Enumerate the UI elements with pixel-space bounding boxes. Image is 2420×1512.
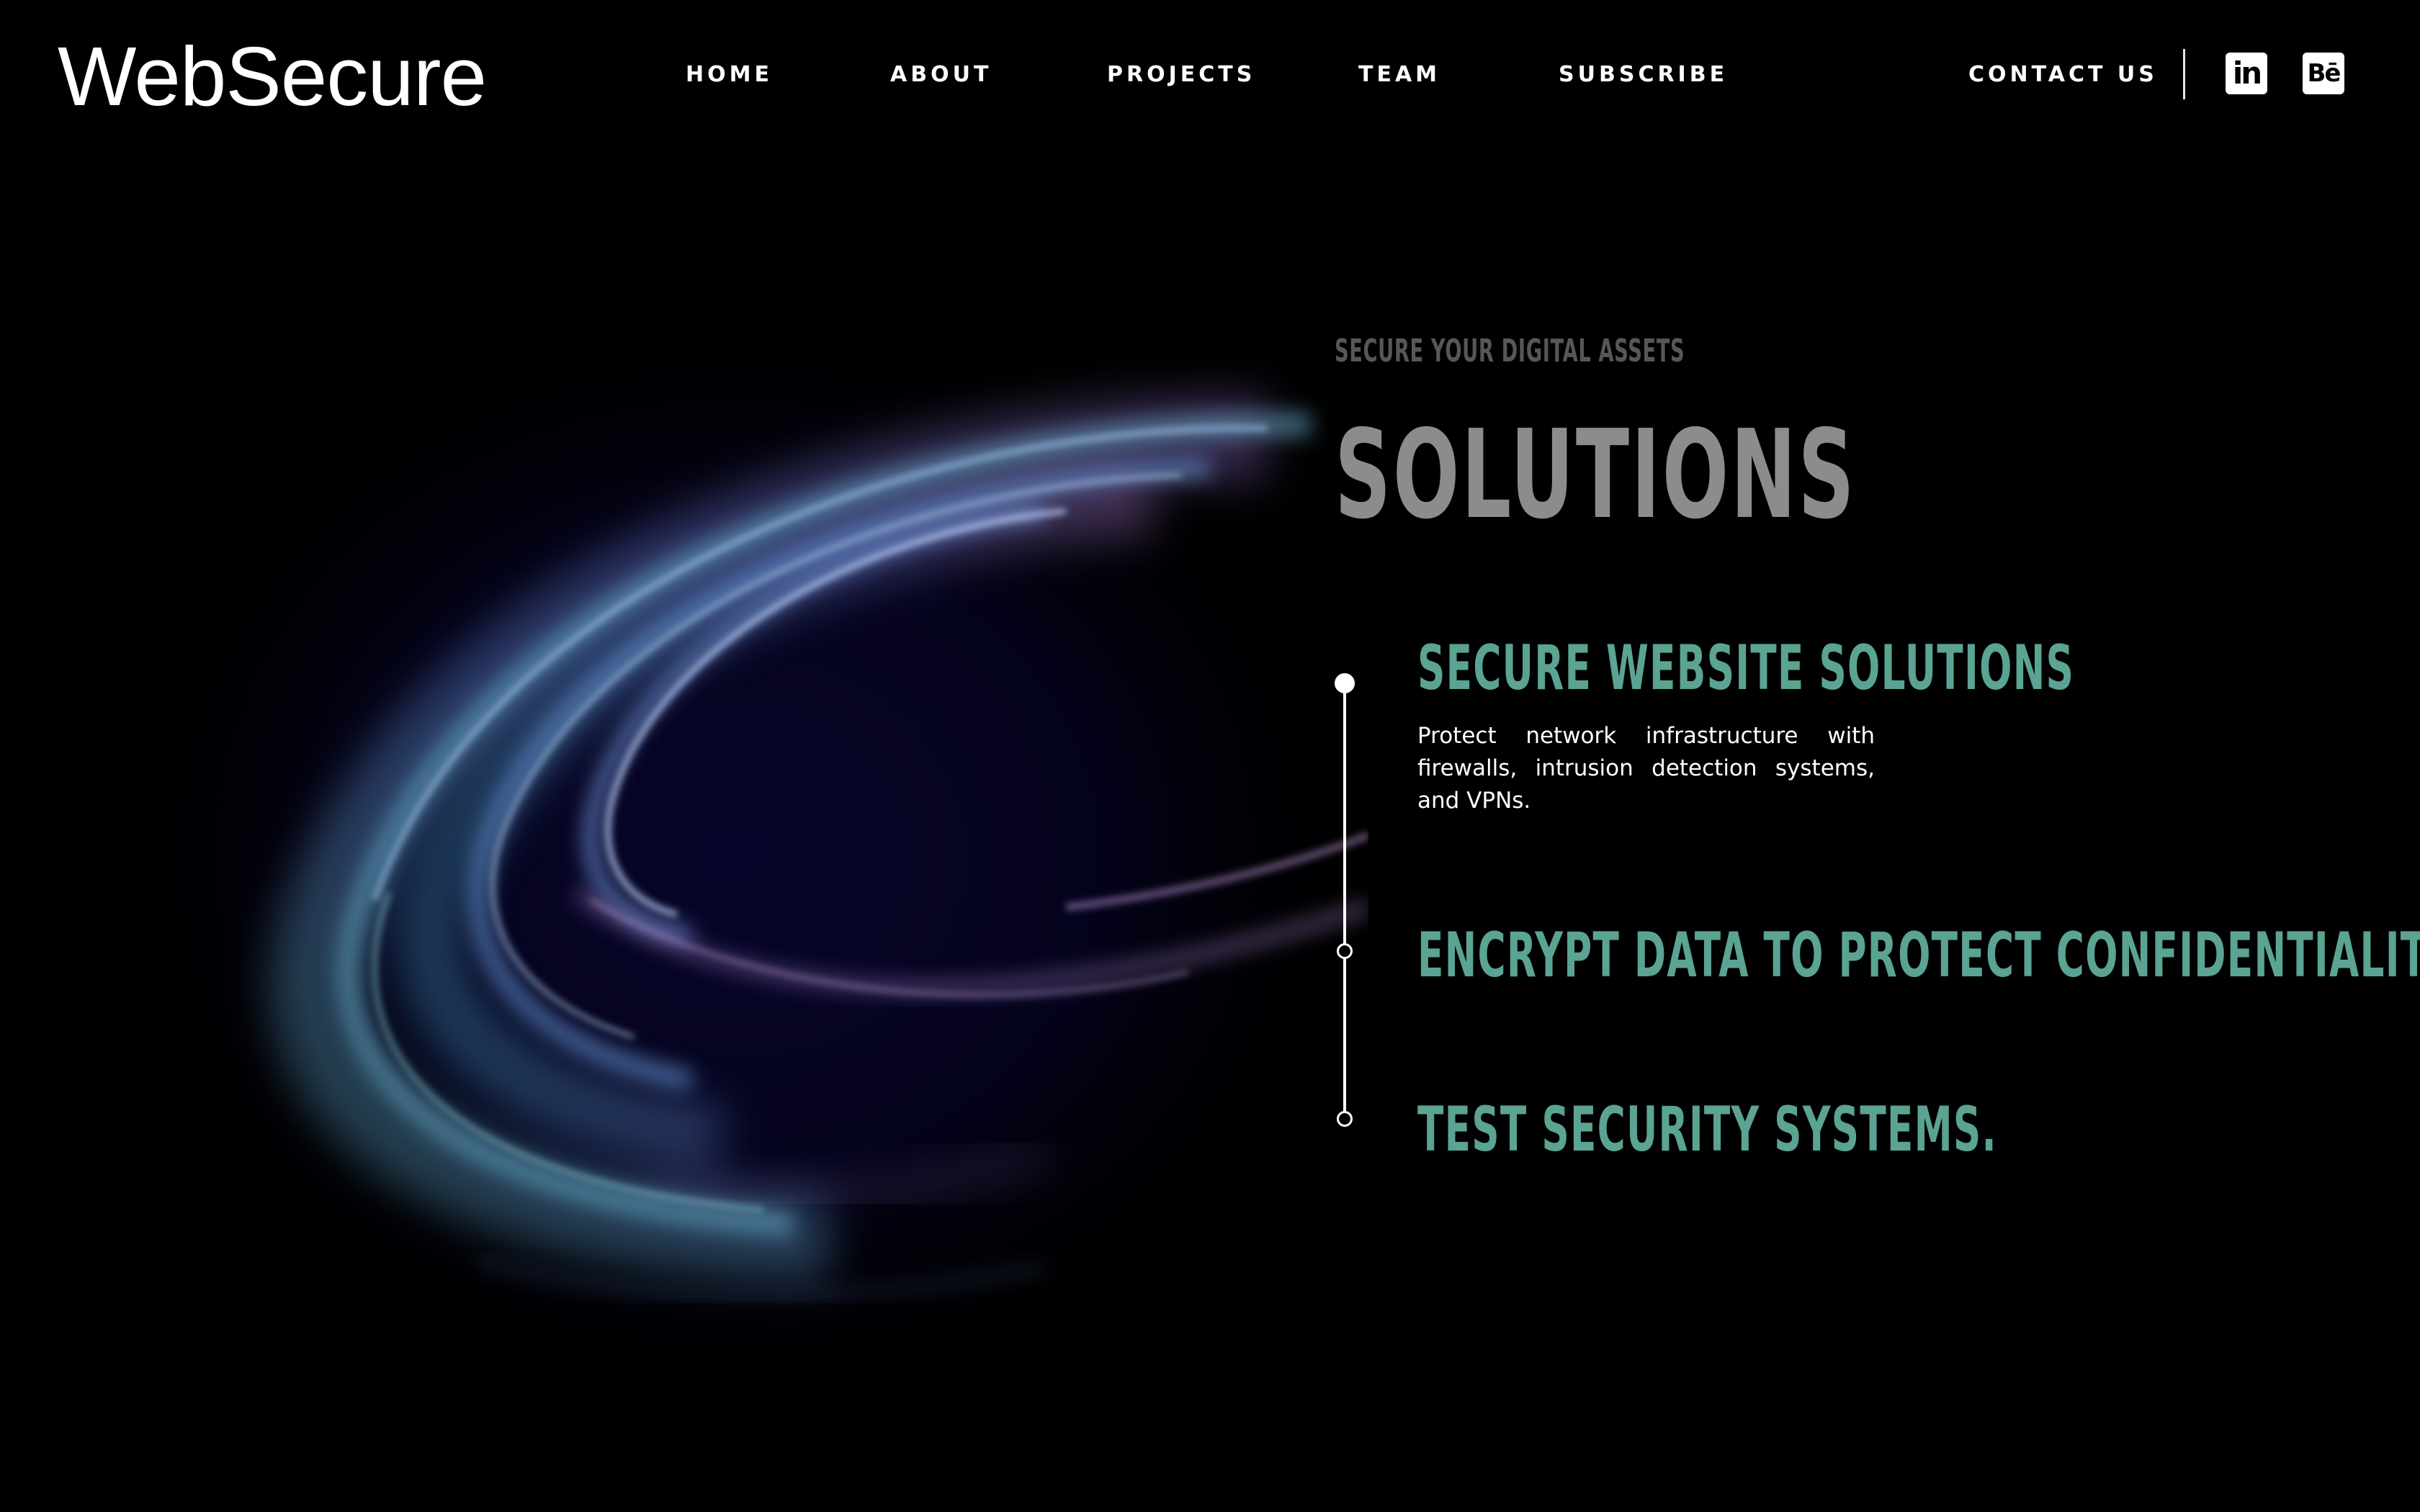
site-logo[interactable]: WebSecure: [58, 26, 487, 127]
light-swirl-graphic: [144, 317, 1368, 1354]
solution-description: Protect network infrastructure with fire…: [1417, 723, 1875, 814]
timeline-dot: [1337, 1111, 1353, 1127]
behance-icon[interactable]: Bē: [2303, 53, 2344, 94]
timeline-line: [1343, 683, 1346, 1119]
contact-us-link[interactable]: CONTACT US: [1968, 58, 2158, 92]
nav-projects-link[interactable]: PROJECTS: [1107, 58, 1255, 92]
solution-heading: SECURE WEBSITE SOLUTIONS: [1417, 632, 2075, 704]
timeline-dot: [1335, 673, 1355, 693]
linkedin-icon[interactable]: in: [2226, 53, 2267, 94]
site-header: WebSecure HOME ABOUT PROJECTS TEAM SUBSC…: [0, 0, 2420, 151]
section-eyebrow: SECURE YOUR DIGITAL ASSETS: [1335, 333, 1685, 369]
section-title: SOLUTIONS: [1335, 404, 1857, 546]
solution-heading: ENCRYPT DATA TO PROTECT CONFIDENTIALITY.: [1417, 919, 2420, 991]
timeline-dot: [1337, 943, 1353, 959]
solution-heading: TEST SECURITY SYSTEMS.: [1417, 1094, 1998, 1166]
nav-about-link[interactable]: ABOUT: [890, 58, 992, 92]
header-divider: [2183, 49, 2185, 99]
nav-subscribe-link[interactable]: SUBSCRIBE: [1559, 58, 1728, 92]
nav-home-link[interactable]: HOME: [686, 58, 773, 92]
nav-team-link[interactable]: TEAM: [1358, 58, 1440, 92]
